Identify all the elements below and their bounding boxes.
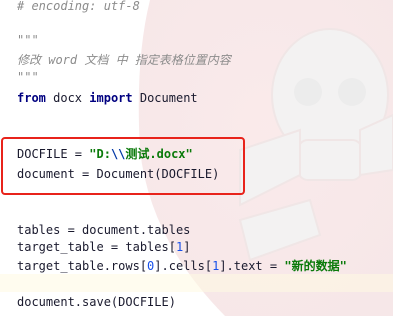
- rows-part-b: ].cells[: [154, 259, 213, 273]
- rows-part-c: ].text =: [219, 259, 285, 273]
- rows-part-a: target_table.rows[: [17, 259, 148, 273]
- module-name: docx: [45, 91, 90, 105]
- tables-line: tables = document.tables: [17, 223, 191, 237]
- code-editor[interactable]: # encoding: utf-8 """ 修改 word 文档 中 指定表格位…: [0, 0, 393, 316]
- target-table-rhs: ]: [183, 240, 191, 254]
- docstring-text: 修改 word 文档 中 指定表格位置内容: [17, 53, 231, 67]
- current-line-highlight: [0, 274, 393, 292]
- import-line: from docx import Document: [17, 89, 198, 107]
- encoding-comment: # encoding: utf-8: [17, 0, 140, 13]
- target-table-line: target_table = tables[1]: [17, 238, 190, 256]
- docstring-open: """: [17, 33, 39, 47]
- imported-name: Document: [132, 91, 198, 105]
- new-data-string: "新的数据": [284, 259, 347, 273]
- red-highlight-box: [1, 137, 245, 195]
- docstring-close: """: [17, 70, 39, 84]
- import-keyword: import: [89, 91, 133, 105]
- cell-text-line: target_table.rows[0].cells[1].text = "新的…: [17, 257, 347, 275]
- save-line: document.save(DOCFILE): [17, 295, 176, 309]
- target-table-lhs: target_table = tables[: [17, 240, 176, 254]
- from-keyword: from: [17, 91, 46, 105]
